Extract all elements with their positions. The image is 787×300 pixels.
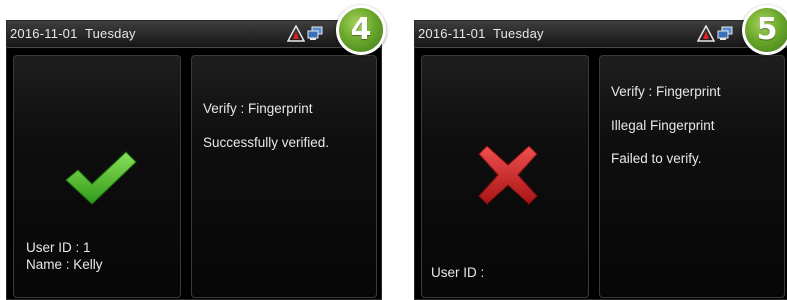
status-date: 2016-11-01 <box>10 26 78 41</box>
verify-error-label: Illegal Fingerprint <box>611 118 715 133</box>
verify-method-label: Verify : Fingerprint <box>203 101 313 116</box>
status-datetime: 2016-11-01 Tuesday <box>10 26 136 41</box>
alarm-warning-icon <box>697 25 715 42</box>
status-bar: 2016-11-01 Tuesday <box>7 21 381 48</box>
user-name-label: Name : Kelly <box>26 257 103 272</box>
verify-status-label: Failed to verify. <box>611 151 702 166</box>
check-mark-icon <box>65 151 137 205</box>
status-day: Tuesday <box>492 26 544 41</box>
device-screen-success: 2016-11-01 Tuesday User ID : 1 Name : Ke… <box>6 20 382 300</box>
user-info-panel: User ID : <box>421 55 589 298</box>
user-info-panel: User ID : 1 Name : Kelly <box>13 55 181 298</box>
user-id-label: User ID : 1 <box>26 240 91 255</box>
status-bar: 2016-11-01 Tuesday <box>415 21 787 48</box>
verify-status-label: Successfully verified. <box>203 135 330 150</box>
user-id-label: User ID : <box>431 265 485 280</box>
verify-result-panel: Verify : Fingerprint Successfully verifi… <box>191 55 377 298</box>
status-day: Tuesday <box>84 26 136 41</box>
network-computers-icon <box>307 26 323 40</box>
verify-method-label: Verify : Fingerprint <box>611 84 721 99</box>
step-badge: 4 <box>336 5 386 55</box>
status-date: 2016-11-01 <box>418 26 486 41</box>
alarm-warning-icon <box>287 25 305 42</box>
network-computers-icon <box>717 26 733 40</box>
cross-mark-icon <box>478 145 538 205</box>
verify-result-panel: Verify : Fingerprint Illegal Fingerprint… <box>599 55 785 298</box>
step-badge: 5 <box>742 5 787 55</box>
device-screen-failure: 2016-11-01 Tuesday User ID : Verify : Fi… <box>414 20 787 300</box>
status-datetime: 2016-11-01 Tuesday <box>418 26 544 41</box>
